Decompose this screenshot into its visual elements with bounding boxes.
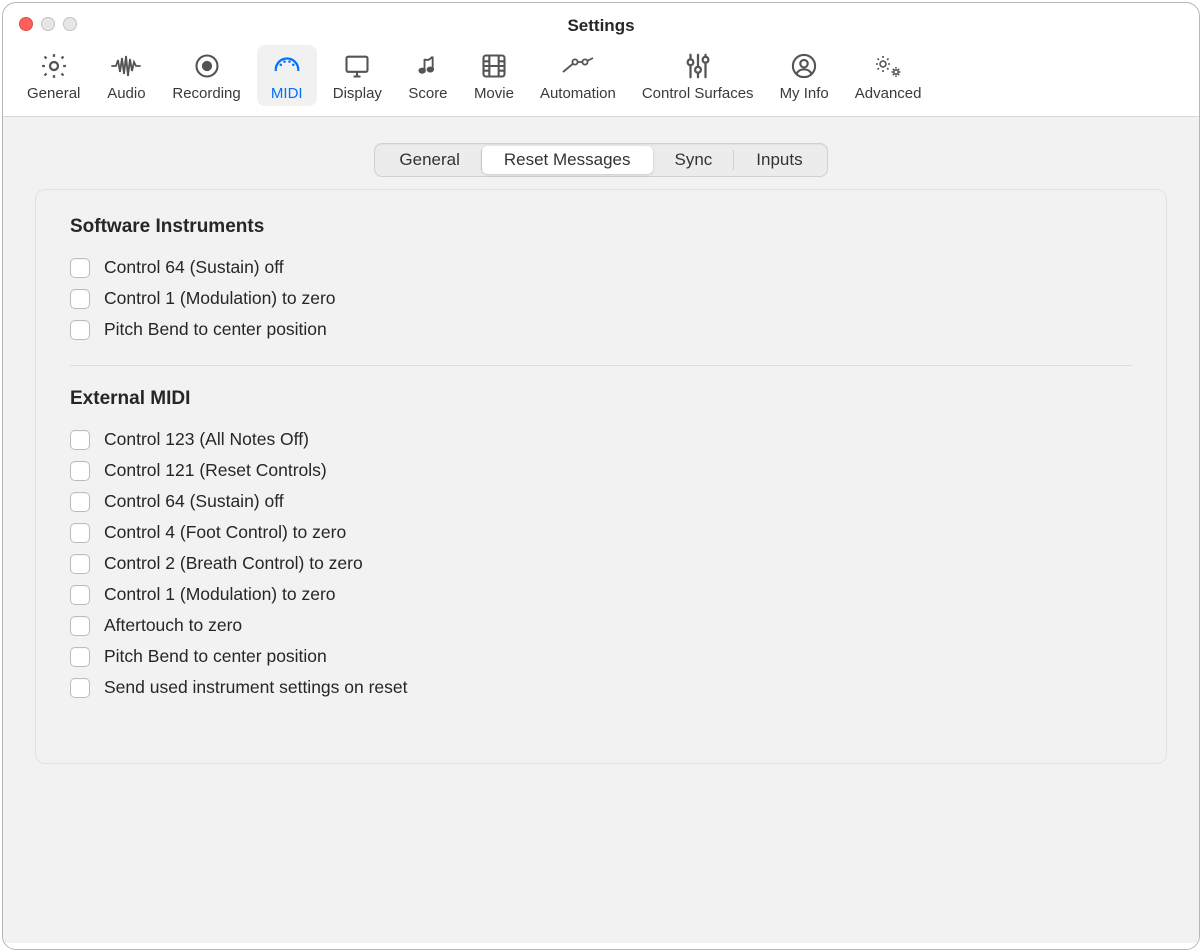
toolbar-tab-audio[interactable]: Audio (96, 45, 156, 106)
toolbar-label: Automation (540, 85, 616, 102)
music-notes-icon (410, 51, 446, 81)
preferences-toolbar: General Audio Recording (3, 41, 1199, 117)
window-controls (19, 17, 77, 31)
option-row: Control 121 (Reset Controls) (70, 455, 1132, 486)
sliders-icon (680, 51, 716, 81)
automation-icon (560, 51, 596, 81)
checkbox-em-control-64[interactable] (70, 492, 90, 512)
option-label: Control 4 (Foot Control) to zero (104, 522, 346, 543)
toolbar-tab-general[interactable]: General (17, 45, 90, 106)
option-label: Control 2 (Breath Control) to zero (104, 553, 363, 574)
midi-icon (269, 51, 305, 81)
gears-icon (870, 51, 906, 81)
option-label: Control 64 (Sustain) off (104, 257, 284, 278)
toolbar-label: MIDI (271, 85, 303, 102)
checkbox-em-control-123[interactable] (70, 430, 90, 450)
gear-icon (36, 51, 72, 81)
section-title-external-midi: External MIDI (70, 388, 1132, 410)
toolbar-tab-recording[interactable]: Recording (162, 45, 250, 106)
checkbox-si-control-1[interactable] (70, 289, 90, 309)
toolbar-tab-automation[interactable]: Automation (530, 45, 626, 106)
checkbox-em-pitch-bend[interactable] (70, 647, 90, 667)
option-label: Pitch Bend to center position (104, 319, 327, 340)
toolbar-label: Recording (172, 85, 240, 102)
settings-panel: Software Instruments Control 64 (Sustain… (35, 189, 1167, 764)
option-row: Control 1 (Modulation) to zero (70, 579, 1132, 610)
option-label: Control 123 (All Notes Off) (104, 429, 309, 450)
option-label: Send used instrument settings on reset (104, 677, 408, 698)
toolbar-tab-score[interactable]: Score (398, 45, 458, 106)
option-row: Aftertouch to zero (70, 610, 1132, 641)
display-icon (339, 51, 375, 81)
subtab-row: General Reset Messages Sync Inputs (3, 117, 1199, 177)
toolbar-label: General (27, 85, 80, 102)
subtab-inputs[interactable]: Inputs (734, 146, 824, 174)
checkbox-em-aftertouch[interactable] (70, 616, 90, 636)
toolbar-tab-midi[interactable]: MIDI (257, 45, 317, 106)
section-divider (70, 365, 1132, 366)
toolbar-tab-movie[interactable]: Movie (464, 45, 524, 106)
subtab-reset-messages[interactable]: Reset Messages (482, 146, 653, 174)
toolbar-tab-my-info[interactable]: My Info (770, 45, 839, 106)
option-row: Control 64 (Sustain) off (70, 252, 1132, 283)
toolbar-label: Advanced (855, 85, 922, 102)
titlebar: Settings (3, 3, 1199, 41)
option-label: Control 64 (Sustain) off (104, 491, 284, 512)
waveform-icon (108, 51, 144, 81)
close-window-button[interactable] (19, 17, 33, 31)
option-row: Control 4 (Foot Control) to zero (70, 517, 1132, 548)
option-row: Pitch Bend to center position (70, 641, 1132, 672)
toolbar-label: My Info (780, 85, 829, 102)
toolbar-tab-display[interactable]: Display (323, 45, 392, 106)
toolbar-tab-advanced[interactable]: Advanced (845, 45, 932, 106)
settings-window: Settings General Audio (2, 2, 1200, 950)
option-row: Control 64 (Sustain) off (70, 486, 1132, 517)
subtab-segmented-control: General Reset Messages Sync Inputs (374, 143, 827, 177)
content-area: General Reset Messages Sync Inputs Softw… (3, 117, 1199, 943)
option-label: Control 121 (Reset Controls) (104, 460, 327, 481)
section-title-software-instruments: Software Instruments (70, 216, 1132, 238)
toolbar-label: Movie (474, 85, 514, 102)
checkbox-em-send-used[interactable] (70, 678, 90, 698)
option-label: Aftertouch to zero (104, 615, 242, 636)
checkbox-em-control-1[interactable] (70, 585, 90, 605)
zoom-window-button[interactable] (63, 17, 77, 31)
toolbar-label: Audio (107, 85, 145, 102)
option-label: Control 1 (Modulation) to zero (104, 288, 336, 309)
checkbox-em-control-2[interactable] (70, 554, 90, 574)
option-row: Control 123 (All Notes Off) (70, 424, 1132, 455)
option-row: Control 1 (Modulation) to zero (70, 283, 1132, 314)
checkbox-si-pitch-bend[interactable] (70, 320, 90, 340)
subtab-sync[interactable]: Sync (653, 146, 735, 174)
checkbox-si-control-64[interactable] (70, 258, 90, 278)
minimize-window-button[interactable] (41, 17, 55, 31)
toolbar-label: Score (408, 85, 447, 102)
toolbar-tab-control-surfaces[interactable]: Control Surfaces (632, 45, 764, 106)
window-title: Settings (567, 16, 634, 36)
film-icon (476, 51, 512, 81)
toolbar-label: Control Surfaces (642, 85, 754, 102)
option-row: Pitch Bend to center position (70, 314, 1132, 345)
option-row: Control 2 (Breath Control) to zero (70, 548, 1132, 579)
checkbox-em-control-121[interactable] (70, 461, 90, 481)
toolbar-label: Display (333, 85, 382, 102)
option-label: Control 1 (Modulation) to zero (104, 584, 336, 605)
record-icon (189, 51, 225, 81)
option-row: Send used instrument settings on reset (70, 672, 1132, 703)
checkbox-em-control-4[interactable] (70, 523, 90, 543)
option-label: Pitch Bend to center position (104, 646, 327, 667)
subtab-general[interactable]: General (377, 146, 481, 174)
user-circle-icon (786, 51, 822, 81)
